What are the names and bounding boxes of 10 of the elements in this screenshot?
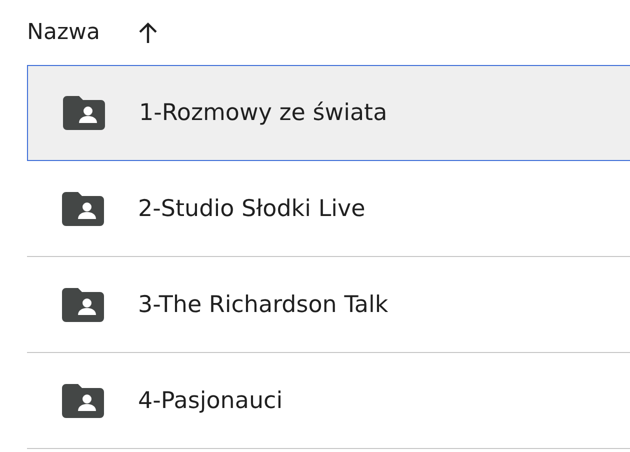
folder-name: 4-Pasjonauci — [138, 388, 283, 414]
folder-name: 2-Studio Słodki Live — [138, 196, 366, 222]
folder-name: 1-Rozmowy ze świata — [139, 100, 388, 126]
shared-folder-icon — [62, 384, 104, 418]
folder-name: 3-The Richardson Talk — [138, 292, 388, 318]
folder-row[interactable]: 1-Rozmowy ze świata — [27, 65, 630, 161]
shared-folder-icon — [62, 288, 104, 322]
shared-folder-icon — [62, 192, 104, 226]
column-header[interactable]: Nazwa — [27, 20, 100, 45]
shared-folder-icon — [63, 96, 105, 130]
